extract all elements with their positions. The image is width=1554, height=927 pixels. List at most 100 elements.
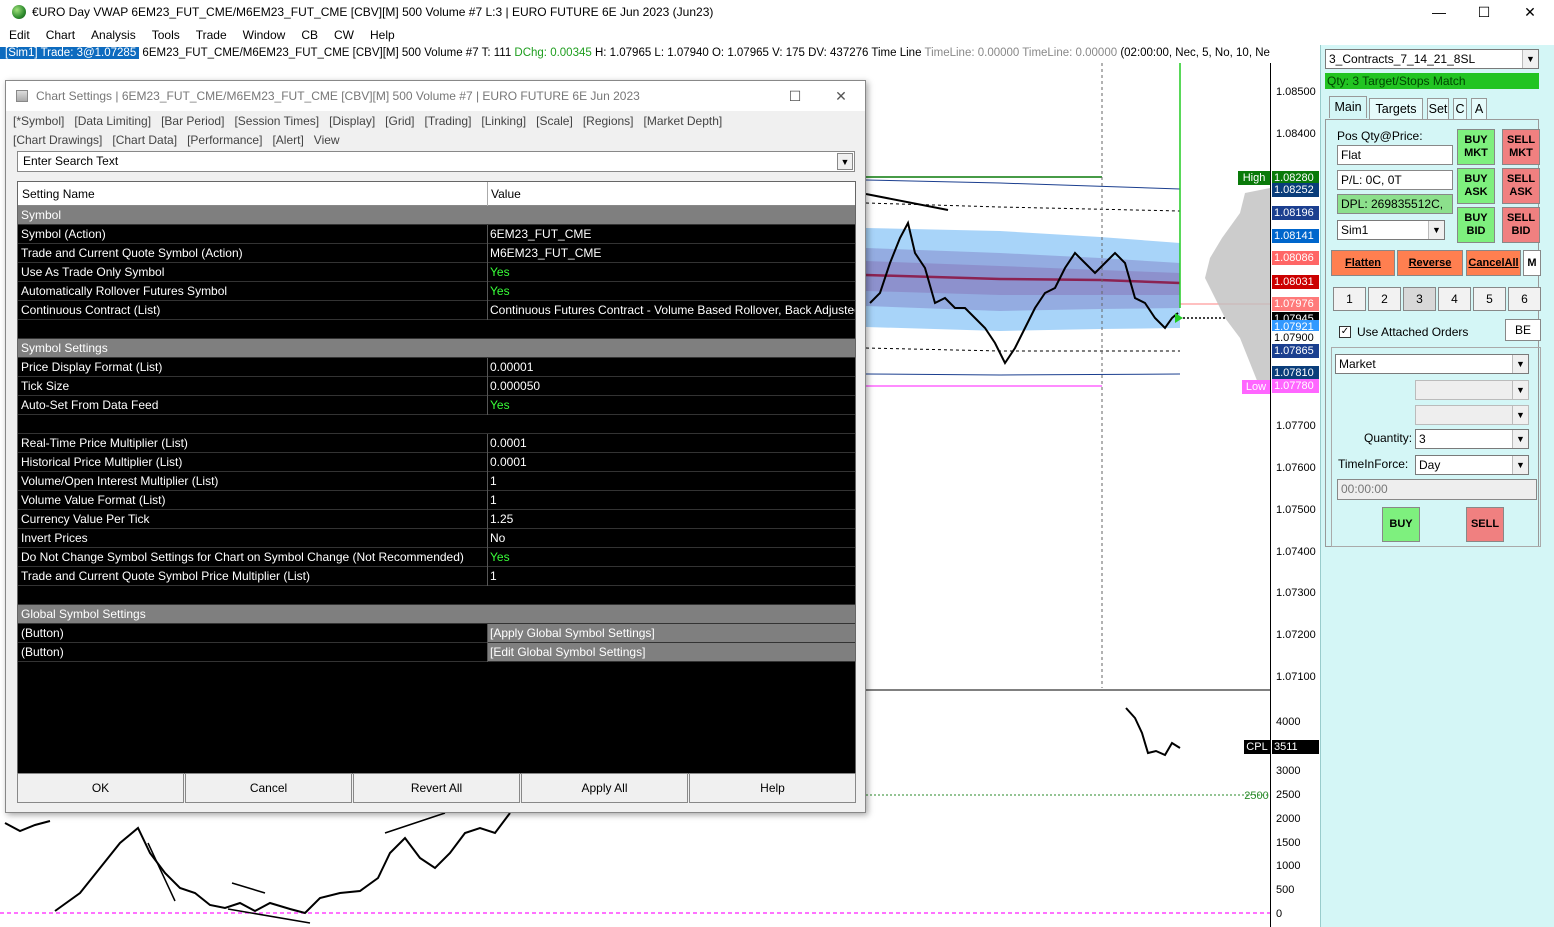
setting-action-button[interactable]: [Apply Global Symbol Settings] bbox=[488, 624, 855, 642]
col-value[interactable]: Value bbox=[491, 187, 521, 201]
sell-ask-button[interactable]: SELL ASK bbox=[1502, 168, 1540, 204]
reverse-button[interactable]: Reverse bbox=[1397, 250, 1463, 276]
trade-tab-a[interactable]: A bbox=[1471, 98, 1487, 120]
price-axis[interactable]: 3511 1.08500 1.08400 1.07700 1.07600 1.07500… bbox=[1270, 63, 1320, 927]
trade-tab-c[interactable]: C bbox=[1453, 98, 1467, 120]
search-input[interactable]: Enter Search Text ▼ bbox=[17, 151, 855, 172]
setting-row[interactable]: (Button) [Edit Global Symbol Settings] bbox=[18, 643, 855, 662]
settings-tab-data-limiting[interactable]: [Data Limiting] bbox=[74, 114, 151, 128]
close-button[interactable]: ✕ bbox=[1507, 0, 1553, 24]
trade-tab-targets[interactable]: Targets bbox=[1369, 98, 1423, 120]
chevron-down-icon[interactable]: ▼ bbox=[1512, 381, 1528, 399]
buy-button[interactable]: BUY bbox=[1382, 507, 1420, 542]
chevron-down-icon[interactable]: ▼ bbox=[1522, 50, 1538, 68]
setting-value[interactable]: Yes bbox=[490, 263, 510, 281]
setting-value[interactable]: Yes bbox=[490, 548, 510, 566]
menu-item-analysis[interactable]: Analysis bbox=[82, 26, 143, 44]
sim-trade-indicator[interactable]: [Sim1] Trade: 3@1.07285 bbox=[0, 47, 140, 59]
be-button[interactable]: BE bbox=[1505, 319, 1541, 341]
qty-button-6[interactable]: 6 bbox=[1508, 287, 1541, 311]
setting-row[interactable]: Do Not Change Symbol Settings for Chart … bbox=[18, 548, 855, 567]
setting-value[interactable]: Continuous Futures Contract - Volume Bas… bbox=[490, 301, 855, 319]
setting-row[interactable]: Trade and Current Quote Symbol (Action) M… bbox=[18, 244, 855, 263]
menu-item-cb[interactable]: CB bbox=[292, 26, 325, 44]
settings-tab-symbol[interactable]: [*Symbol] bbox=[13, 114, 64, 128]
settings-tab-trading[interactable]: [Trading] bbox=[425, 114, 472, 128]
qty-button-1[interactable]: 1 bbox=[1333, 287, 1366, 311]
order-type-select[interactable]: Market ▼ bbox=[1335, 354, 1529, 374]
menu-item-trade[interactable]: Trade bbox=[187, 26, 234, 44]
setting-row[interactable]: Invert Prices No bbox=[18, 529, 855, 548]
menu-item-tools[interactable]: Tools bbox=[143, 26, 187, 44]
tif-select[interactable]: Day ▼ bbox=[1415, 455, 1529, 475]
dialog-close-button[interactable]: ✕ bbox=[818, 81, 864, 111]
use-attached-checkbox[interactable]: ✓ bbox=[1339, 326, 1351, 338]
settings-tab-scale[interactable]: [Scale] bbox=[536, 114, 573, 128]
menu-item-help[interactable]: Help bbox=[361, 26, 402, 44]
menu-item-edit[interactable]: Edit bbox=[0, 26, 37, 44]
menu-item-window[interactable]: Window bbox=[234, 26, 293, 44]
settings-tab-chart-data[interactable]: [Chart Data] bbox=[112, 133, 177, 147]
trade-tab-set[interactable]: Set bbox=[1427, 98, 1449, 120]
dialog-maximize-button[interactable]: ☐ bbox=[772, 81, 818, 111]
settings-tab-display[interactable]: [Display] bbox=[329, 114, 375, 128]
setting-row[interactable]: Currency Value Per Tick 1.25 bbox=[18, 510, 855, 529]
setting-row[interactable]: Symbol (Action) 6EM23_FUT_CME bbox=[18, 225, 855, 244]
setting-row[interactable]: Trade and Current Quote Symbol Price Mul… bbox=[18, 567, 855, 586]
price-select-2[interactable]: ▼ bbox=[1415, 405, 1529, 425]
setting-value[interactable]: 1 bbox=[490, 567, 497, 585]
quantity-select[interactable]: 3 ▼ bbox=[1415, 429, 1529, 449]
flatten-button[interactable]: Flatten bbox=[1331, 250, 1395, 276]
chevron-down-icon[interactable]: ▼ bbox=[1512, 456, 1528, 474]
setting-value[interactable]: Yes bbox=[490, 282, 510, 300]
menu-item-chart[interactable]: Chart bbox=[37, 26, 82, 44]
setting-row[interactable]: Use As Trade Only Symbol Yes bbox=[18, 263, 855, 282]
chevron-down-icon[interactable]: ▼ bbox=[837, 153, 853, 170]
settings-tab-view[interactable]: View bbox=[314, 133, 340, 147]
setting-row[interactable]: Continuous Contract (List) Continuous Fut… bbox=[18, 301, 855, 320]
qty-button-3[interactable]: 3 bbox=[1403, 287, 1436, 311]
settings-tab-market-depth[interactable]: [Market Depth] bbox=[644, 114, 723, 128]
settings-tab-linking[interactable]: [Linking] bbox=[481, 114, 526, 128]
chevron-down-icon[interactable]: ▼ bbox=[1512, 355, 1528, 373]
m-button[interactable]: M bbox=[1523, 250, 1541, 276]
section-header[interactable]: Symbol bbox=[18, 206, 855, 225]
setting-value[interactable]: Yes bbox=[490, 396, 510, 414]
buy-bid-button[interactable]: BUY BID bbox=[1457, 207, 1495, 243]
minimize-button[interactable]: — bbox=[1416, 0, 1462, 24]
section-header[interactable]: Global Symbol Settings bbox=[18, 605, 855, 624]
qty-button-5[interactable]: 5 bbox=[1473, 287, 1506, 311]
setting-row[interactable]: Automatically Rollover Futures Symbol Yes bbox=[18, 282, 855, 301]
account-select[interactable]: Sim1 ▼ bbox=[1337, 220, 1445, 240]
setting-row[interactable]: Volume/Open Interest Multiplier (List) 1 bbox=[18, 472, 855, 491]
setting-value[interactable]: 0.0001 bbox=[490, 453, 527, 471]
qty-button-4[interactable]: 4 bbox=[1438, 287, 1471, 311]
setting-action-button[interactable]: [Edit Global Symbol Settings] bbox=[488, 643, 855, 661]
col-divider[interactable] bbox=[487, 182, 488, 206]
maximize-button[interactable]: ☐ bbox=[1461, 0, 1507, 24]
sell-mkt-button[interactable]: SELL MKT bbox=[1502, 129, 1540, 165]
ok-button[interactable]: OK bbox=[17, 773, 184, 803]
buy-mkt-button[interactable]: BUY MKT bbox=[1457, 129, 1495, 165]
qty-button-2[interactable]: 2 bbox=[1368, 287, 1401, 311]
setting-row[interactable]: Tick Size 0.000050 bbox=[18, 377, 855, 396]
cancel-button[interactable]: Cancel bbox=[185, 773, 352, 803]
settings-tab-bar-period[interactable]: [Bar Period] bbox=[161, 114, 224, 128]
buy-ask-button[interactable]: BUY ASK bbox=[1457, 168, 1495, 204]
chevron-down-icon[interactable]: ▼ bbox=[1512, 406, 1528, 424]
section-header[interactable]: Symbol Settings bbox=[18, 339, 855, 358]
setting-value[interactable]: 6EM23_FUT_CME bbox=[490, 225, 591, 243]
setting-value[interactable]: No bbox=[490, 529, 505, 547]
time-field[interactable]: 00:00:00 bbox=[1337, 479, 1537, 500]
setting-row[interactable]: Price Display Format (List) 0.00001 bbox=[18, 358, 855, 377]
trade-config-select[interactable]: 3_Contracts_7_14_21_8SL ▼ bbox=[1325, 49, 1539, 69]
chevron-down-icon[interactable]: ▼ bbox=[1428, 221, 1444, 239]
sell-bid-button[interactable]: SELL BID bbox=[1502, 207, 1540, 243]
chevron-down-icon[interactable]: ▼ bbox=[1512, 430, 1528, 448]
menu-item-cw[interactable]: CW bbox=[325, 26, 361, 44]
col-setting-name[interactable]: Setting Name bbox=[22, 187, 95, 201]
setting-value[interactable]: 0.0001 bbox=[490, 434, 527, 452]
trade-tab-main[interactable]: Main bbox=[1329, 96, 1367, 118]
settings-tab-alert[interactable]: [Alert] bbox=[272, 133, 303, 147]
settings-tab-performance[interactable]: [Performance] bbox=[187, 133, 262, 147]
